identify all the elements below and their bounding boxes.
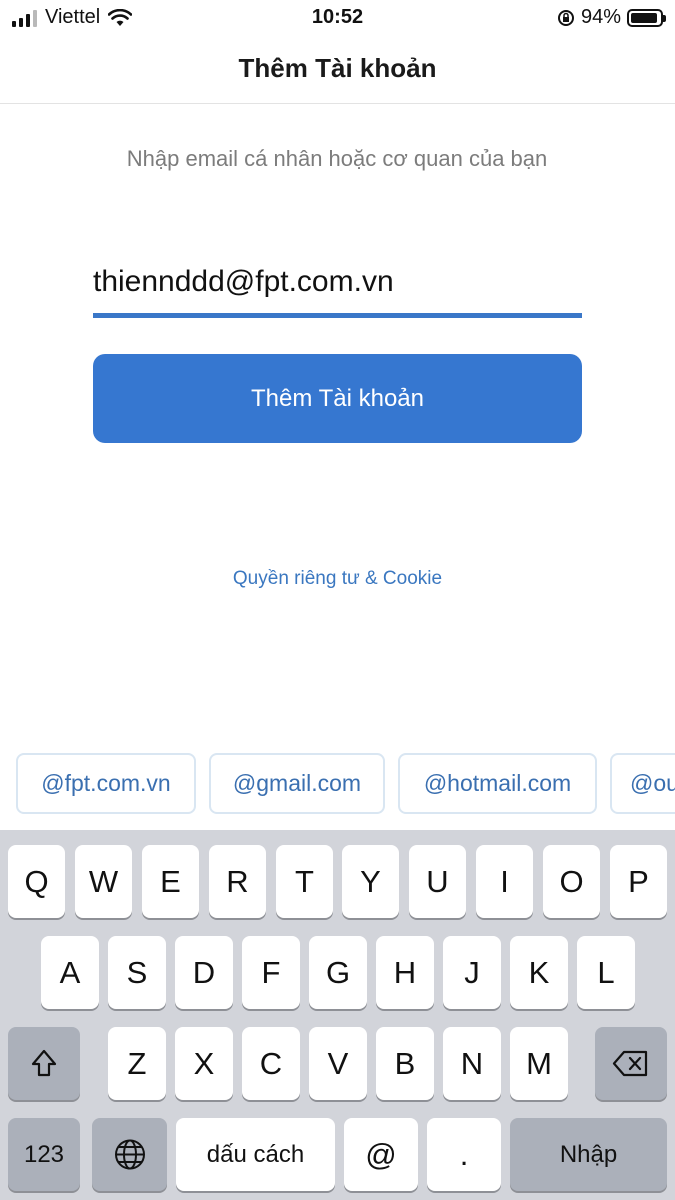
key-m[interactable]: M [510, 1027, 568, 1100]
key-w[interactable]: W [75, 845, 132, 918]
shift-icon [31, 1049, 57, 1077]
status-right: 94% [557, 6, 666, 29]
key-a[interactable]: A [41, 936, 99, 1009]
dot-key[interactable]: . [427, 1118, 501, 1191]
privacy-cookie-link[interactable]: Quyền riêng tư & Cookie [0, 568, 675, 590]
globe-icon [114, 1139, 145, 1170]
key-z[interactable]: Z [108, 1027, 166, 1100]
suggestion-chip[interactable]: @fpt.com.vn [16, 753, 196, 814]
key-j[interactable]: J [443, 936, 501, 1009]
numbers-key[interactable]: 123 [8, 1118, 80, 1191]
page-title: Thêm Tài khoản [238, 53, 437, 83]
key-x[interactable]: X [175, 1027, 233, 1100]
status-bar: Viettel 10:52 94% [0, 0, 675, 36]
backspace-key[interactable] [595, 1027, 667, 1100]
suggestion-chip[interactable]: @hotmail.com [398, 753, 597, 814]
key-d[interactable]: D [175, 936, 233, 1009]
key-l[interactable]: L [577, 936, 635, 1009]
globe-key[interactable] [92, 1118, 167, 1191]
key-i[interactable]: I [476, 845, 533, 918]
key-u[interactable]: U [409, 845, 466, 918]
shift-key[interactable] [8, 1027, 80, 1100]
nav-bar: Thêm Tài khoản [0, 36, 675, 104]
instruction-text: Nhập email cá nhân hoặc cơ quan của bạn [126, 146, 548, 171]
key-f[interactable]: F [242, 936, 300, 1009]
backspace-icon [612, 1050, 648, 1077]
suggestion-chip[interactable]: @ou [610, 753, 675, 814]
key-s[interactable]: S [108, 936, 166, 1009]
key-e[interactable]: E [142, 845, 199, 918]
return-key[interactable]: Nhập [510, 1118, 667, 1191]
battery-icon [627, 8, 666, 27]
key-c[interactable]: C [242, 1027, 300, 1100]
email-field[interactable] [93, 250, 582, 318]
key-t[interactable]: T [276, 845, 333, 918]
add-account-button[interactable]: Thêm Tài khoản [93, 354, 582, 443]
key-y[interactable]: Y [342, 845, 399, 918]
domain-suggestions: @fpt.com.vn @gmail.com @hotmail.com @ou [0, 753, 675, 815]
orientation-lock-icon [557, 9, 574, 26]
key-g[interactable]: G [309, 936, 367, 1009]
key-p[interactable]: P [610, 845, 667, 918]
key-v[interactable]: V [309, 1027, 367, 1100]
key-k[interactable]: K [510, 936, 568, 1009]
key-r[interactable]: R [209, 845, 266, 918]
suggestion-chip[interactable]: @gmail.com [209, 753, 385, 814]
key-n[interactable]: N [443, 1027, 501, 1100]
key-q[interactable]: Q [8, 845, 65, 918]
space-key[interactable]: dấu cách [176, 1118, 335, 1191]
battery-percent: 94% [580, 6, 621, 28]
key-h[interactable]: H [376, 936, 434, 1009]
keyboard: Q W E R T Y U I O P A S D F G H J K L Z … [0, 830, 675, 1200]
key-b[interactable]: B [376, 1027, 434, 1100]
at-key[interactable]: @ [344, 1118, 418, 1191]
key-o[interactable]: O [543, 845, 600, 918]
